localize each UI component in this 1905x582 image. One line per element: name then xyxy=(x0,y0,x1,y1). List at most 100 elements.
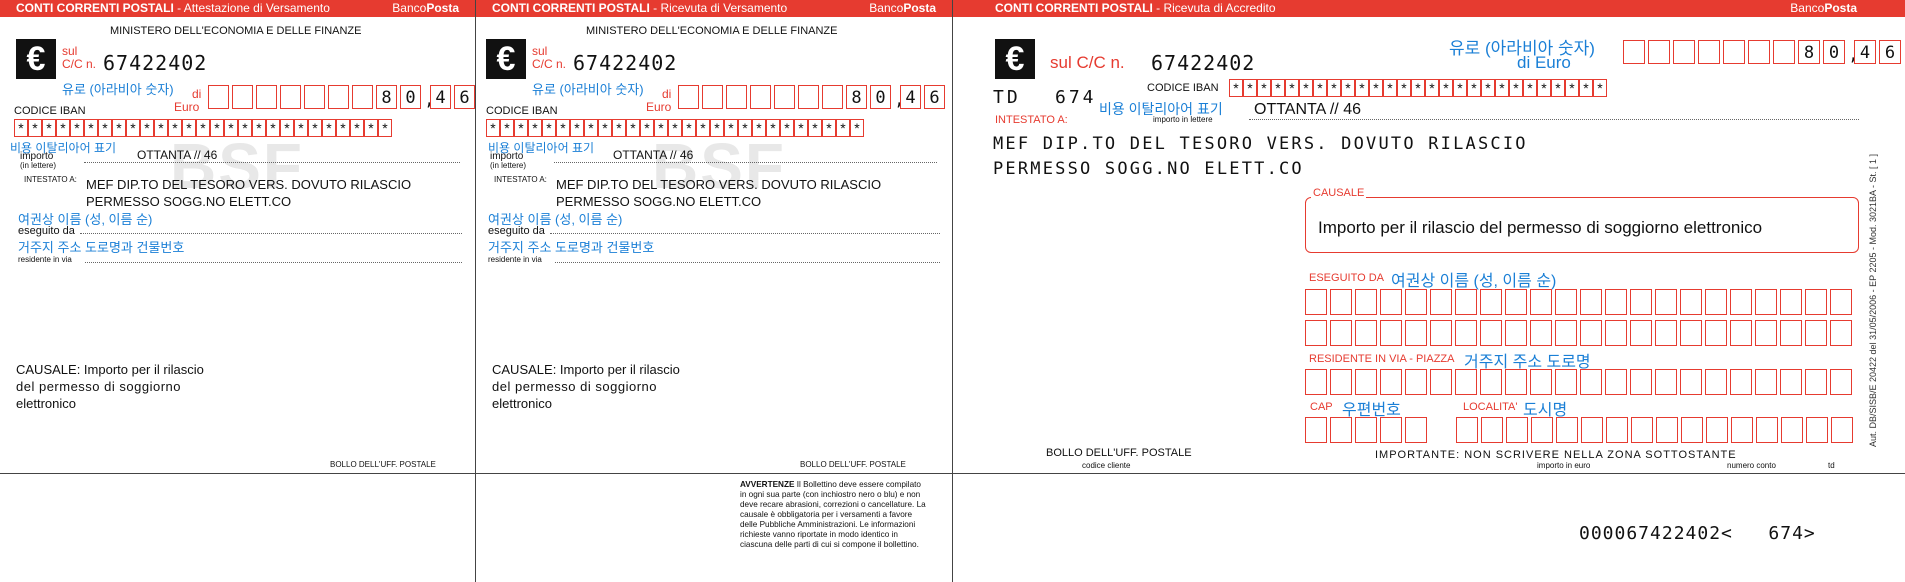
char-cell[interactable] xyxy=(1505,289,1527,315)
char-cell[interactable] xyxy=(1605,320,1627,346)
char-cell[interactable] xyxy=(1705,289,1727,315)
char-cell[interactable] xyxy=(1680,289,1702,315)
amount-digit-box[interactable]: 6 xyxy=(454,85,475,109)
char-cell[interactable] xyxy=(1830,369,1852,395)
char-cell[interactable] xyxy=(1706,417,1728,443)
char-cell[interactable] xyxy=(1805,320,1827,346)
char-cell[interactable] xyxy=(1355,369,1377,395)
char-cell[interactable] xyxy=(1556,417,1578,443)
payer-name-input[interactable] xyxy=(550,233,940,234)
char-cell[interactable] xyxy=(1656,417,1678,443)
char-cell[interactable] xyxy=(1380,320,1402,346)
char-cell[interactable] xyxy=(1530,289,1552,315)
char-cell[interactable] xyxy=(1455,289,1477,315)
char-cell[interactable] xyxy=(1430,289,1452,315)
amount-digit-box[interactable] xyxy=(208,85,229,109)
char-cell[interactable] xyxy=(1581,417,1603,443)
char-cell[interactable] xyxy=(1780,289,1802,315)
char-cell[interactable] xyxy=(1355,289,1377,315)
char-cell[interactable] xyxy=(1630,289,1652,315)
char-cell[interactable] xyxy=(1655,369,1677,395)
amount-digit-box[interactable]: 4 xyxy=(1854,40,1876,64)
char-cell[interactable] xyxy=(1380,289,1402,315)
char-cell[interactable] xyxy=(1456,417,1478,443)
address-input[interactable] xyxy=(85,262,462,263)
city-boxes[interactable] xyxy=(1456,417,1856,443)
char-cell[interactable] xyxy=(1730,320,1752,346)
amount-digit-box[interactable] xyxy=(1673,40,1695,64)
amount-digit-box[interactable]: 0 xyxy=(1823,40,1845,64)
amount-digit-box[interactable] xyxy=(1723,40,1745,64)
char-cell[interactable] xyxy=(1805,369,1827,395)
char-cell[interactable] xyxy=(1680,369,1702,395)
char-cell[interactable] xyxy=(1480,289,1502,315)
char-cell[interactable] xyxy=(1480,320,1502,346)
char-cell[interactable] xyxy=(1831,417,1853,443)
amount-digit-box[interactable]: 6 xyxy=(924,85,945,109)
char-cell[interactable] xyxy=(1530,369,1552,395)
char-cell[interactable] xyxy=(1405,369,1427,395)
char-cell[interactable] xyxy=(1655,289,1677,315)
amount-digit-box[interactable] xyxy=(1773,40,1795,64)
address-input[interactable] xyxy=(555,262,940,263)
payer-name-boxes-row-2[interactable] xyxy=(1305,320,1855,346)
char-cell[interactable] xyxy=(1631,417,1653,443)
char-cell[interactable] xyxy=(1505,320,1527,346)
char-cell[interactable] xyxy=(1330,289,1352,315)
char-cell[interactable] xyxy=(1705,320,1727,346)
char-cell[interactable] xyxy=(1305,417,1327,443)
char-cell[interactable] xyxy=(1681,417,1703,443)
amount-digit-box[interactable] xyxy=(702,85,723,109)
amount-digit-box[interactable] xyxy=(798,85,819,109)
amount-digit-box[interactable]: 8 xyxy=(846,85,867,109)
char-cell[interactable] xyxy=(1405,320,1427,346)
char-cell[interactable] xyxy=(1630,369,1652,395)
amount-digit-box[interactable]: 4 xyxy=(430,85,451,109)
amount-digit-box[interactable] xyxy=(1648,40,1670,64)
address-boxes[interactable] xyxy=(1305,369,1855,395)
char-cell[interactable] xyxy=(1555,369,1577,395)
amount-digit-box[interactable] xyxy=(328,85,349,109)
char-cell[interactable] xyxy=(1730,369,1752,395)
char-cell[interactable] xyxy=(1755,320,1777,346)
amount-digit-box[interactable] xyxy=(1623,40,1645,64)
char-cell[interactable] xyxy=(1455,320,1477,346)
char-cell[interactable] xyxy=(1755,289,1777,315)
amount-digit-box[interactable] xyxy=(726,85,747,109)
amount-digit-box[interactable] xyxy=(678,85,699,109)
char-cell[interactable] xyxy=(1305,369,1327,395)
char-cell[interactable] xyxy=(1780,369,1802,395)
char-cell[interactable] xyxy=(1830,320,1852,346)
amount-digit-box[interactable] xyxy=(256,85,277,109)
char-cell[interactable] xyxy=(1606,417,1628,443)
amount-digit-box[interactable] xyxy=(352,85,373,109)
payer-name-input[interactable] xyxy=(80,233,462,234)
char-cell[interactable] xyxy=(1780,320,1802,346)
amount-digit-box[interactable] xyxy=(280,85,301,109)
amount-digit-box[interactable] xyxy=(822,85,843,109)
char-cell[interactable] xyxy=(1455,369,1477,395)
char-cell[interactable] xyxy=(1755,369,1777,395)
char-cell[interactable] xyxy=(1806,417,1828,443)
amount-digit-box[interactable] xyxy=(304,85,325,109)
char-cell[interactable] xyxy=(1655,320,1677,346)
amount-digit-box[interactable]: 6 xyxy=(1879,40,1901,64)
char-cell[interactable] xyxy=(1580,320,1602,346)
amount-digit-box[interactable] xyxy=(774,85,795,109)
char-cell[interactable] xyxy=(1505,369,1527,395)
char-cell[interactable] xyxy=(1605,369,1627,395)
char-cell[interactable] xyxy=(1380,417,1402,443)
char-cell[interactable] xyxy=(1605,289,1627,315)
char-cell[interactable] xyxy=(1330,417,1352,443)
char-cell[interactable] xyxy=(1430,369,1452,395)
amount-digit-box[interactable]: 0 xyxy=(400,85,421,109)
amount-digit-box[interactable] xyxy=(1698,40,1720,64)
char-cell[interactable] xyxy=(1430,320,1452,346)
amount-digit-box[interactable]: 4 xyxy=(900,85,921,109)
char-cell[interactable] xyxy=(1530,320,1552,346)
amount-digit-box[interactable]: 8 xyxy=(1798,40,1820,64)
payer-name-boxes-row-1[interactable] xyxy=(1305,289,1855,315)
cap-boxes[interactable] xyxy=(1305,417,1430,443)
char-cell[interactable] xyxy=(1380,369,1402,395)
char-cell[interactable] xyxy=(1580,369,1602,395)
